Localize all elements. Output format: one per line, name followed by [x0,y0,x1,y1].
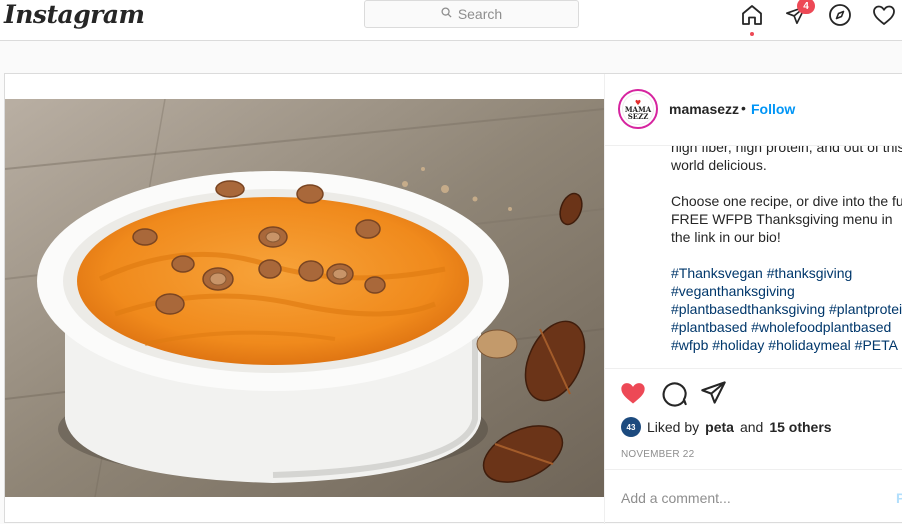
caption-text: high fiber, high protein, and out of thi… [671,146,902,368]
mamasezz-logo: ♥ MAMA SEZZ [622,93,654,125]
post-username[interactable]: mamasezz [669,101,739,117]
likes-others-link[interactable]: 15 others [769,419,831,435]
likes-prefix: Liked by [647,419,700,435]
instagram-logo[interactable]: Instagram [4,0,145,29]
notification-badge: 4 [797,0,815,14]
search-placeholder: Search [457,6,503,22]
home-active-indicator [750,32,754,36]
liker-username[interactable]: peta [705,419,734,435]
liker-avatar[interactable]: 43 [621,417,641,437]
post-comment-button[interactable]: P [896,490,902,506]
caption-paragraph: high fiber, high protein, and out of thi… [671,146,902,173]
comment-icon[interactable] [660,379,688,407]
caption-scroll-area[interactable]: high fiber, high protein, and out of thi… [605,146,902,368]
follow-button[interactable]: Follow [751,101,795,117]
separator-dot: • [741,100,746,116]
avatar-text-line2: SEZZ [627,111,649,121]
post-image[interactable] [5,99,604,497]
explore-compass-icon[interactable] [827,2,853,28]
search-input[interactable]: Search [364,0,579,28]
likes-and: and [739,419,764,435]
activity-heart-icon[interactable] [871,2,897,28]
share-icon[interactable] [700,379,728,407]
post-header: ♥ MAMA SEZZ mamasezz • Follow [605,74,902,146]
like-heart-icon[interactable] [619,379,647,407]
caption-hashtags[interactable]: #Thanksvegan #thanksgiving #veganthanksg… [671,264,902,354]
top-navigation-bar: Instagram Search 4 [0,0,902,41]
profile-avatar[interactable]: ♥ MAMA SEZZ [618,89,658,129]
add-comment-input[interactable]: Add a comment... [621,490,731,506]
search-icon [441,7,452,21]
post-date[interactable]: NOVEMBER 22 [621,449,694,460]
caption-paragraph: Choose one recipe, or dive into the full… [671,193,902,245]
post-card: ♥ MAMA SEZZ mamasezz • Follow high fiber… [4,73,902,524]
comment-box: Add a comment... P [605,469,902,524]
likes-summary: 43 Liked by peta and 15 others [621,417,832,437]
home-icon[interactable] [739,2,765,28]
post-sidebar: ♥ MAMA SEZZ mamasezz • Follow high fiber… [604,74,902,524]
